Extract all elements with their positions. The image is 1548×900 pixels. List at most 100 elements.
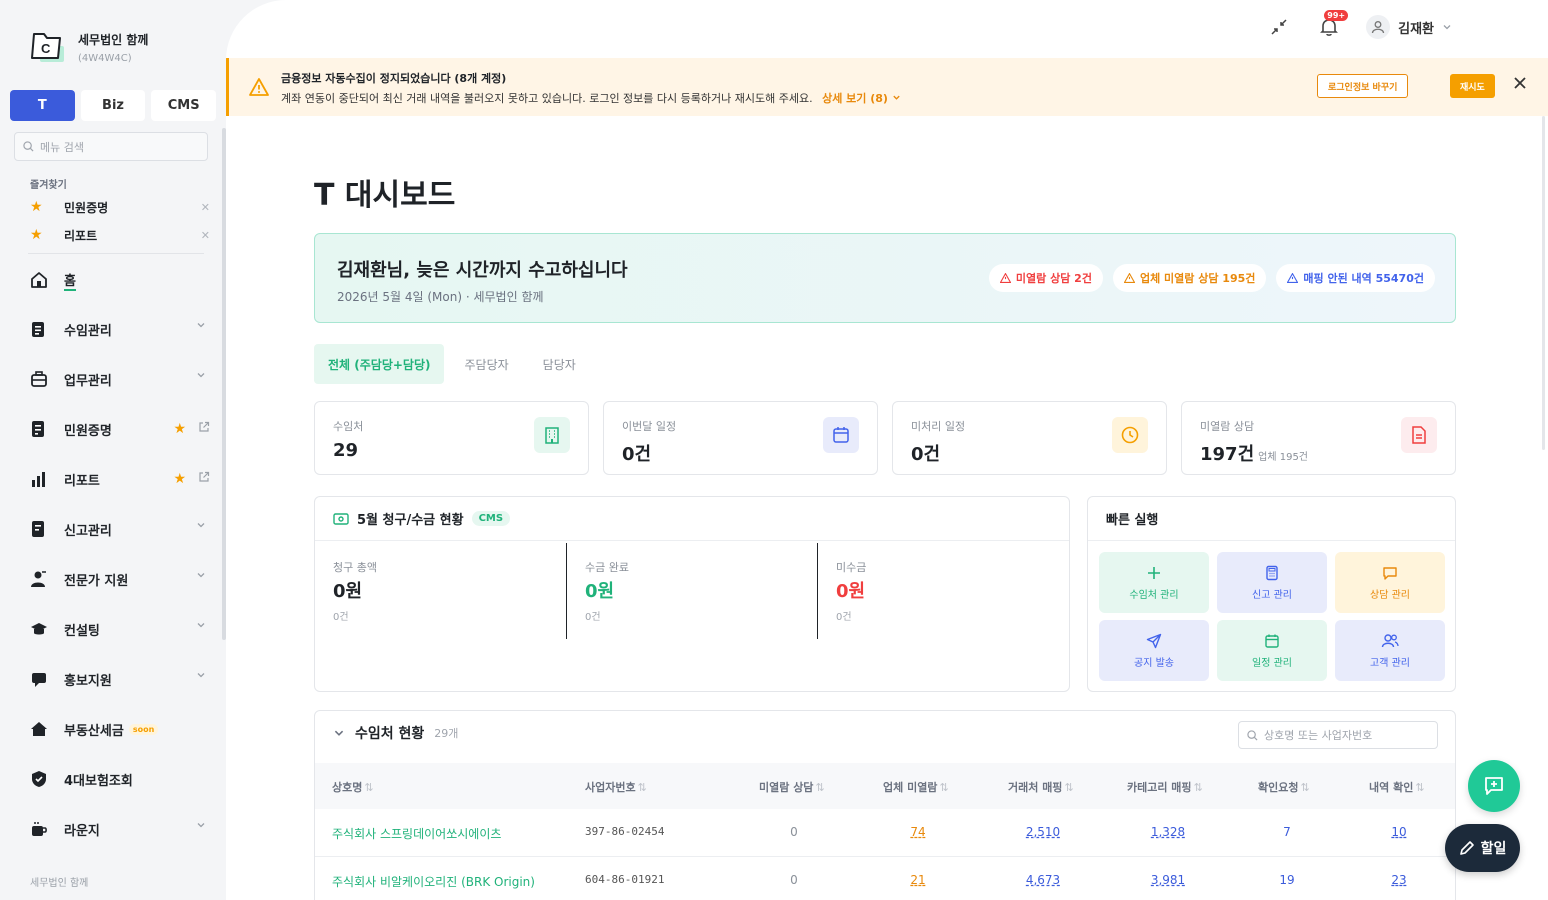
close-icon[interactable] bbox=[1513, 76, 1527, 94]
retry-button[interactable]: 재시도 bbox=[1450, 74, 1495, 98]
quick-client-manage-button[interactable]: 수임처 관리 bbox=[1099, 552, 1209, 613]
chevron-down-icon bbox=[893, 95, 900, 100]
soon-badge: soon bbox=[128, 723, 159, 735]
calendar-icon bbox=[1265, 634, 1279, 648]
client-name-link[interactable]: 주식회사 스프링데이어쏘시에이츠 bbox=[332, 825, 501, 842]
sidebar-item-report[interactable]: 리포트 ★ bbox=[30, 467, 210, 491]
page-title: T 대시보드 bbox=[314, 178, 456, 213]
collapse-icon[interactable] bbox=[1266, 14, 1292, 40]
tab-all[interactable]: 전체 (주담당+담당) bbox=[314, 344, 445, 384]
table-row[interactable]: 주식회사 스프링데이어쏘시에이츠 397-86-02454 0 74 2,510… bbox=[315, 809, 1455, 857]
stat-label: 미열람 상담 bbox=[1200, 420, 1255, 433]
column-header[interactable]: 카테고리 매핑 ⇅ bbox=[1127, 779, 1203, 795]
stat-card-clients[interactable]: 수임처 29 bbox=[314, 401, 589, 475]
unread-consult-pill[interactable]: 미열람 상담 2건 bbox=[988, 264, 1103, 292]
notification-badge: 99+ bbox=[1324, 10, 1349, 21]
brand-logo-icon: C bbox=[30, 30, 66, 64]
sidebar: C 세무법인 함께 (4W4W4C) T Biz CMS 메뉴 검색 즐겨찾기 … bbox=[0, 0, 226, 900]
mode-tab-t[interactable]: T bbox=[10, 90, 75, 121]
quick-customer-manage-button[interactable]: 고객 관리 bbox=[1335, 620, 1445, 681]
confirm-request-count[interactable]: 19 bbox=[1279, 873, 1294, 887]
favorite-item-minwon[interactable]: ★ 민원증명 ✕ bbox=[30, 197, 210, 217]
notification-bell-icon[interactable]: 99+ bbox=[1316, 10, 1349, 40]
stat-card-unread-consult[interactable]: 미열람 상담 197건 업체 195건 bbox=[1181, 401, 1456, 475]
sidebar-item-insurance[interactable]: 4대보험조회 bbox=[30, 767, 210, 791]
column-header[interactable]: 사업자번호 ⇅ bbox=[585, 779, 647, 795]
tab-manager[interactable]: 담당자 bbox=[529, 344, 590, 384]
sidebar-item-suim[interactable]: 수임관리 bbox=[30, 317, 210, 341]
clients-search-input[interactable]: 상호명 또는 사업자번호 bbox=[1238, 721, 1438, 749]
mode-tab-cms[interactable]: CMS bbox=[151, 90, 217, 121]
column-header[interactable]: 확인요청 ⇅ bbox=[1258, 779, 1310, 795]
chevron-down-icon bbox=[1443, 25, 1451, 30]
home-icon bbox=[30, 271, 64, 289]
unread-consult-count: 0 bbox=[790, 825, 798, 839]
building-icon bbox=[534, 417, 570, 453]
company-unread-pill[interactable]: 업체 미열람 상담 195건 bbox=[1112, 264, 1267, 292]
svg-text:C: C bbox=[41, 41, 51, 56]
category-mapping-count[interactable]: 1,328 bbox=[1151, 825, 1185, 839]
sidebar-item-work[interactable]: 업무관리 bbox=[30, 367, 210, 391]
column-header[interactable]: 내역 확인 ⇅ bbox=[1369, 779, 1425, 795]
chevron-down-icon[interactable] bbox=[333, 727, 345, 739]
external-link-icon[interactable] bbox=[198, 421, 210, 437]
welcome-pills: 미열람 상담 2건 업체 미열람 상담 195건 매핑 안된 내역 55470건 bbox=[988, 264, 1435, 292]
quick-consult-manage-button[interactable]: 상담 관리 bbox=[1335, 552, 1445, 613]
history-check-count[interactable]: 23 bbox=[1391, 873, 1406, 887]
quick-notice-send-button[interactable]: 공지 발송 bbox=[1099, 620, 1209, 681]
user-menu[interactable]: 김재환 bbox=[1366, 15, 1452, 39]
unmapped-pill[interactable]: 매핑 안된 내역 55470건 bbox=[1276, 264, 1435, 292]
remove-favorite-icon[interactable]: ✕ bbox=[201, 201, 210, 214]
sidebar-item-minwon[interactable]: 민원증명 ★ bbox=[30, 417, 210, 441]
quick-filing-manage-button[interactable]: 신고 관리 bbox=[1217, 552, 1327, 613]
clients-header[interactable]: 수임처 현황 29개 bbox=[333, 723, 458, 743]
column-header[interactable]: 거래처 매핑 ⇅ bbox=[1008, 779, 1074, 795]
remove-favorite-icon[interactable]: ✕ bbox=[201, 229, 210, 242]
stat-card-pending-schedule[interactable]: 미처리 일정 0건 bbox=[892, 401, 1167, 475]
main-scrollbar[interactable] bbox=[1542, 116, 1545, 450]
document-icon bbox=[1401, 417, 1437, 453]
sidebar-item-consulting[interactable]: 컨설팅 bbox=[30, 617, 210, 641]
star-icon[interactable]: ★ bbox=[173, 471, 186, 487]
company-unread-count[interactable]: 74 bbox=[910, 825, 925, 839]
brand-code: (4W4W4C) bbox=[78, 52, 132, 64]
brand[interactable]: C 세무법인 함께 (4W4W4C) bbox=[30, 30, 148, 64]
sidebar-item-realestate[interactable]: 부동산세금 soon bbox=[30, 717, 210, 741]
history-check-count[interactable]: 10 bbox=[1391, 825, 1406, 839]
sidebar-item-promo[interactable]: 홍보지원 bbox=[30, 667, 210, 691]
chat-fab-button[interactable] bbox=[1468, 760, 1520, 812]
alert-detail-link[interactable]: 상세 보기 (8) bbox=[822, 92, 901, 105]
vendor-mapping-count[interactable]: 4,673 bbox=[1026, 873, 1060, 887]
sidebar-item-filing[interactable]: 신고관리 bbox=[30, 517, 210, 541]
external-link-icon[interactable] bbox=[198, 471, 210, 487]
column-header[interactable]: 상호명 ⇅ bbox=[332, 779, 374, 795]
sidebar-item-expert[interactable]: 전문가 지원 bbox=[30, 567, 210, 591]
column-header[interactable]: 미열람 상담 ⇅ bbox=[759, 779, 825, 795]
column-header[interactable]: 업체 미열람 ⇅ bbox=[883, 779, 949, 795]
todo-fab-button[interactable]: 할일 bbox=[1445, 824, 1520, 872]
sidebar-item-home[interactable]: 홈 bbox=[30, 268, 210, 292]
cms-tag: CMS bbox=[471, 511, 511, 526]
favorite-item-report[interactable]: ★ 리포트 ✕ bbox=[30, 225, 210, 245]
tab-main-manager[interactable]: 주담당자 bbox=[450, 344, 522, 384]
send-icon bbox=[1146, 633, 1162, 648]
bill-collected: 수금 완료 0원 0건 bbox=[566, 543, 817, 639]
star-icon[interactable]: ★ bbox=[173, 421, 186, 437]
sidebar-item-label: 홍보지원 bbox=[64, 673, 112, 689]
vendor-mapping-count[interactable]: 2,510 bbox=[1026, 825, 1060, 839]
quick-schedule-manage-button[interactable]: 일정 관리 bbox=[1217, 620, 1327, 681]
sidebar-item-lounge[interactable]: 라운지 bbox=[30, 817, 210, 841]
category-mapping-count[interactable]: 3,981 bbox=[1151, 873, 1185, 887]
menu-search-input[interactable]: 메뉴 검색 bbox=[14, 132, 208, 161]
welcome-title: 김재환님, 늦은 시간까지 수고하십니다 bbox=[337, 260, 628, 281]
mode-tab-biz[interactable]: Biz bbox=[80, 90, 146, 121]
change-login-button[interactable]: 로그인정보 바꾸기 bbox=[1317, 74, 1409, 98]
table-row[interactable]: 주식회사 비알케이오리진 (BRK Origin) 604-86-01921 0… bbox=[315, 857, 1455, 900]
company-unread-count[interactable]: 21 bbox=[910, 873, 925, 887]
stat-card-month-schedule[interactable]: 이번달 일정 0건 bbox=[603, 401, 878, 475]
megaphone-icon bbox=[30, 670, 64, 688]
client-name-link[interactable]: 주식회사 비알케이오리진 (BRK Origin) bbox=[332, 873, 535, 890]
confirm-request-count[interactable]: 7 bbox=[1283, 825, 1291, 839]
sidebar-item-label: 라운지 bbox=[64, 823, 100, 839]
users-icon bbox=[1381, 633, 1399, 647]
